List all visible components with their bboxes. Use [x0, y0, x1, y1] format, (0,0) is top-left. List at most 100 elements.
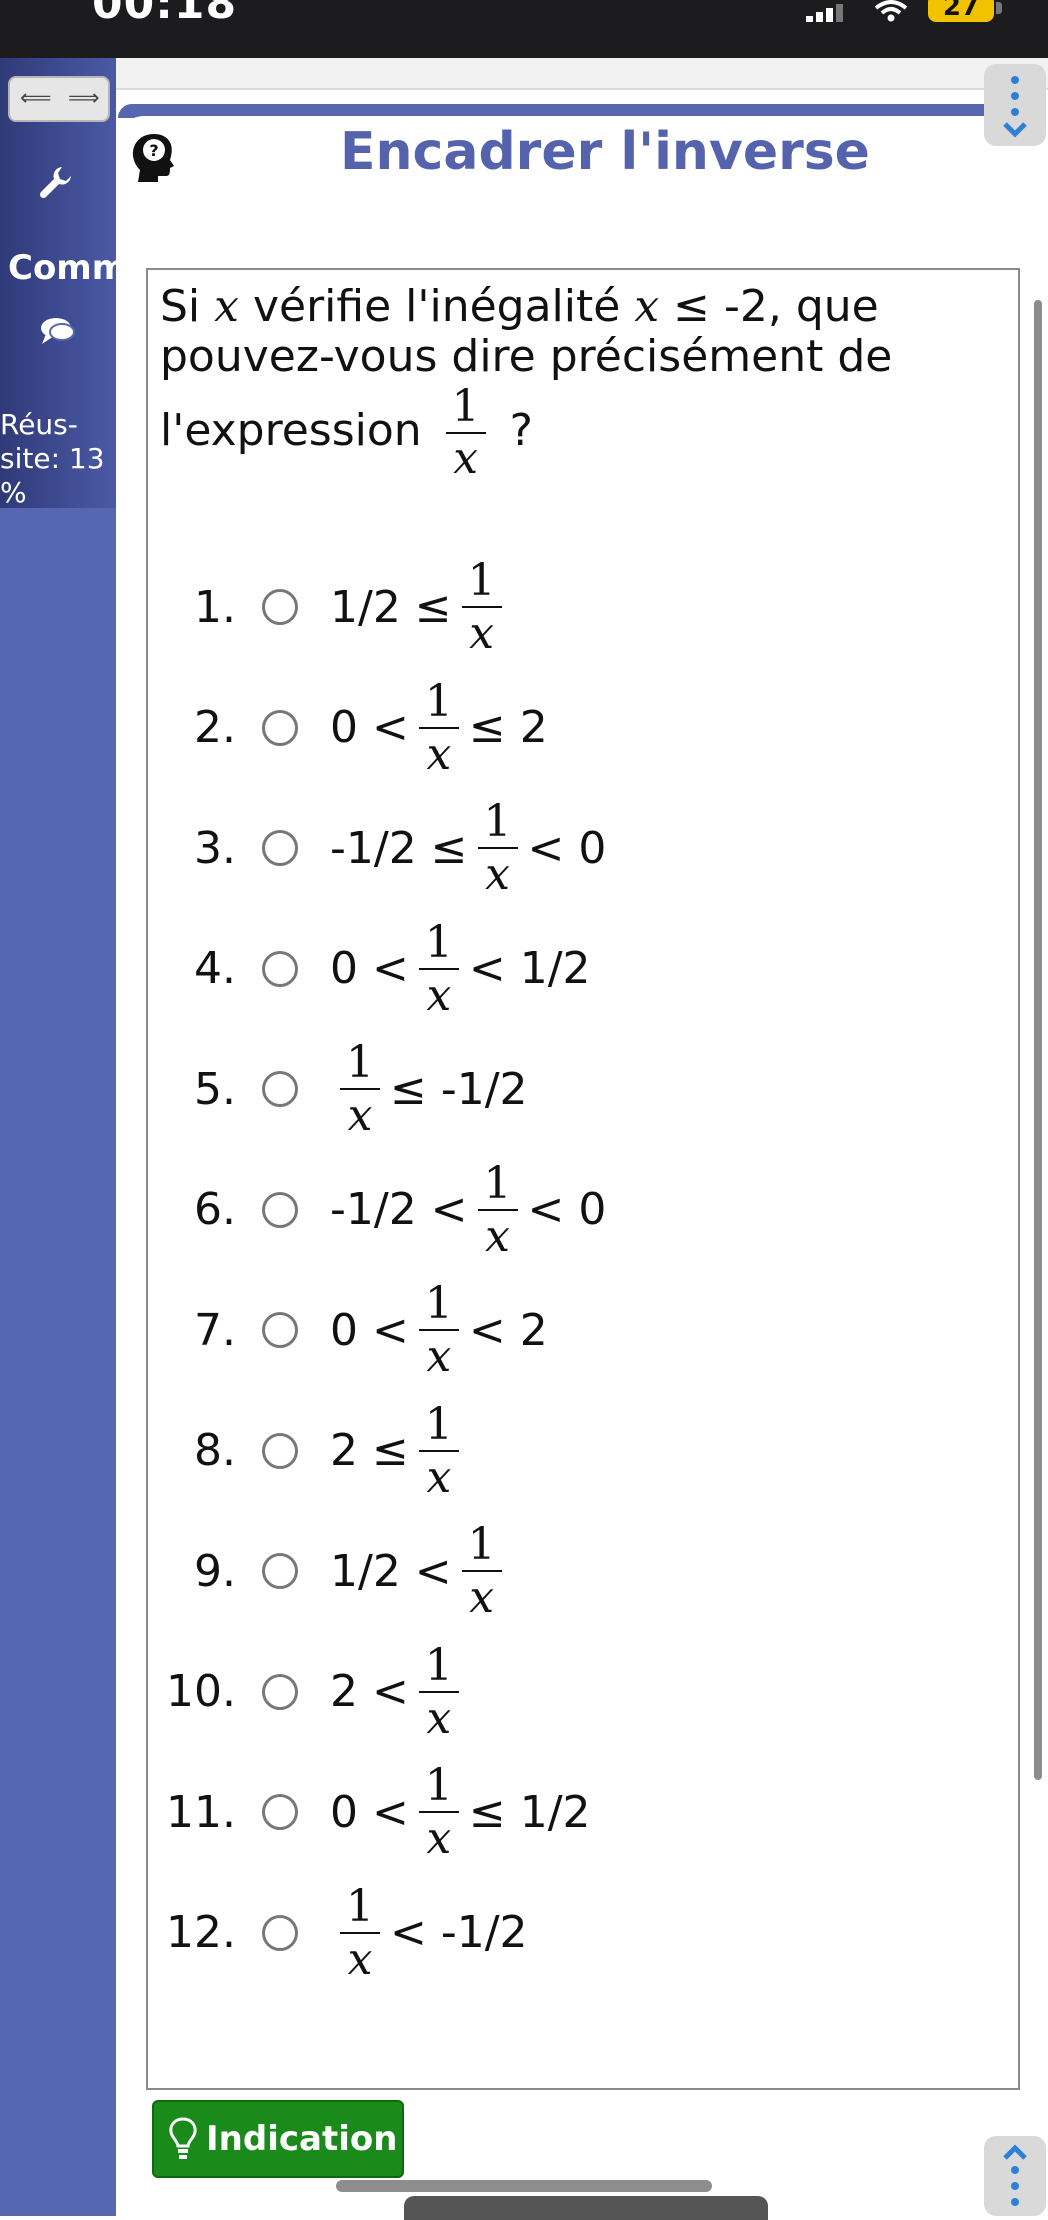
sidebar: ⟸ ⟹ Comm Réus- site: 13 % [0, 58, 116, 2216]
radio-button[interactable] [262, 1432, 298, 1469]
option-number: 8. [194, 1425, 236, 1476]
answer-option[interactable]: 3. -1/2 ≤1 x < 0 [156, 793, 606, 903]
fraction-denominator: x [347, 1933, 373, 1985]
fraction-denominator: x [453, 433, 479, 484]
wrench-icon[interactable] [38, 164, 74, 200]
option-number: 3. [194, 822, 236, 874]
option-number: 2. [194, 702, 236, 753]
answer-option[interactable]: 8. 2 ≤1 x [156, 1396, 469, 1506]
fraction-denominator: x [426, 1813, 452, 1864]
question-part4: ? [495, 405, 534, 456]
radio-button[interactable] [262, 830, 298, 866]
vertical-scrollbar[interactable] [1034, 300, 1042, 1780]
top-strip [116, 58, 1048, 90]
radio-button[interactable] [262, 709, 298, 746]
answer-option[interactable]: 10. 2 < 1 x [156, 1637, 469, 1747]
fraction-numerator: 1 [346, 1037, 374, 1088]
fraction-numerator: 1 [346, 1880, 374, 1932]
option-number: 6. [194, 1184, 236, 1235]
fraction-numerator: 1 [424, 916, 453, 968]
answer-option[interactable]: 12. 1 x < -1/2 [156, 1878, 528, 1988]
fraction-denominator: x [426, 728, 452, 780]
chat-icon[interactable] [40, 316, 76, 346]
radio-button[interactable] [262, 589, 298, 625]
option-right-text: ≤ 2 [468, 702, 548, 753]
question-part2: vérifie l'inégalité [238, 281, 635, 332]
fraction-denominator: x [485, 1210, 510, 1262]
option-right-text: < 0 [527, 822, 607, 874]
fraction-denominator: x [469, 608, 495, 659]
option-left-text: 0 < [330, 1304, 409, 1356]
radio-button[interactable] [262, 1071, 298, 1107]
answer-option[interactable]: 2. 0 <1 x ≤ 2 [156, 673, 548, 783]
option-fraction: 1x [461, 1519, 502, 1623]
lightbulb-icon [169, 2117, 197, 2159]
answer-option[interactable]: 9. 1/2 <1 x [156, 1516, 512, 1626]
fraction-numerator: 1 [424, 1278, 453, 1329]
option-left-text: 0 < [330, 943, 409, 994]
option-fraction: 1x [418, 916, 459, 1021]
option-fraction: 1x [461, 555, 502, 659]
radio-button[interactable] [262, 1312, 298, 1348]
fraction-numerator: 1 [424, 675, 453, 727]
fraction-numerator: 1 [424, 1639, 453, 1691]
option-left-text: 2 ≤ [330, 1425, 409, 1476]
answer-option[interactable]: 11. 0 <1 x ≤ 1/2 [156, 1757, 591, 1867]
option-number: 10. [166, 1666, 236, 1717]
option-fraction: 1x [418, 675, 459, 780]
option-fraction: 1x [418, 1760, 459, 1864]
success-rate: Réus- site: 13 % [0, 408, 116, 510]
fraction-numerator: 1 [483, 796, 512, 847]
more-vertical-icon [1003, 76, 1027, 138]
more-vertical-up-icon [1003, 2144, 1027, 2206]
fraction-numerator: 1 [424, 1398, 453, 1450]
radio-button[interactable] [262, 950, 298, 987]
radio-button[interactable] [262, 1673, 298, 1710]
answer-option[interactable]: 4. 0 <1 x < 1/2 [156, 914, 591, 1024]
battery-icon: 27 [928, 0, 994, 22]
option-fraction: 1x [418, 1278, 459, 1382]
option-number: 9. [194, 1545, 236, 1597]
radio-button[interactable] [262, 1794, 298, 1830]
option-right-text: < 1/2 [468, 943, 591, 994]
fraction-denominator: x [485, 849, 510, 900]
option-left-text: -1/2 < [330, 1184, 468, 1235]
comment-label[interactable]: Comm [8, 248, 116, 288]
wifi-icon [874, 0, 908, 22]
option-left-text: 0 < [330, 702, 409, 753]
option-number: 11. [166, 1786, 236, 1838]
status-bar: 00:18 27 [0, 0, 1048, 58]
radio-button[interactable] [262, 1553, 298, 1589]
question-text: Si x vérifie l'inégalité x ≤ -2, que pou… [160, 282, 980, 484]
answer-option[interactable]: 5. 1 x ≤ -1/2 [156, 1034, 528, 1144]
fraction-denominator: x [426, 1331, 452, 1382]
scroll-top-button[interactable] [984, 2136, 1046, 2216]
question-part1: Si [160, 281, 215, 332]
option-left-text: 1/2 ≤ [330, 581, 452, 633]
option-left-text: 1/2 < [330, 1545, 452, 1597]
horizontal-scrollbar[interactable] [336, 2180, 712, 2192]
hint-label: Indication [206, 2119, 398, 2159]
answer-option[interactable]: 6. -1/2 <1 x < 0 [156, 1155, 606, 1265]
answer-option[interactable]: 1. 1/2 ≤1 x [156, 552, 512, 662]
option-left-text: 0 < [330, 1786, 409, 1838]
nav-arrows-button[interactable]: ⟸ ⟹ [8, 76, 110, 122]
option-right-text: ≤ 1/2 [468, 1786, 591, 1838]
battery-tip [996, 2, 1002, 14]
fraction-numerator: 1 [467, 555, 496, 606]
svg-text:?: ? [149, 141, 158, 160]
answer-option[interactable]: 7. 0 <1 x < 2 [156, 1275, 548, 1385]
arrow-right-icon: ⟹ [68, 86, 100, 111]
more-menu-button[interactable] [984, 64, 1046, 146]
option-number: 12. [166, 1907, 236, 1958]
home-indicator [404, 2196, 768, 2220]
fraction-denominator: x [426, 1692, 452, 1744]
fraction-denominator: x [469, 1572, 495, 1623]
hint-button[interactable]: Indication [152, 2100, 404, 2178]
option-fraction: 1x [340, 1037, 380, 1141]
option-fraction: 1x [418, 1398, 459, 1503]
radio-button[interactable] [262, 1191, 298, 1228]
option-left-text: 2 < [330, 1666, 409, 1717]
signal-icon [806, 4, 843, 22]
radio-button[interactable] [262, 1914, 298, 1951]
